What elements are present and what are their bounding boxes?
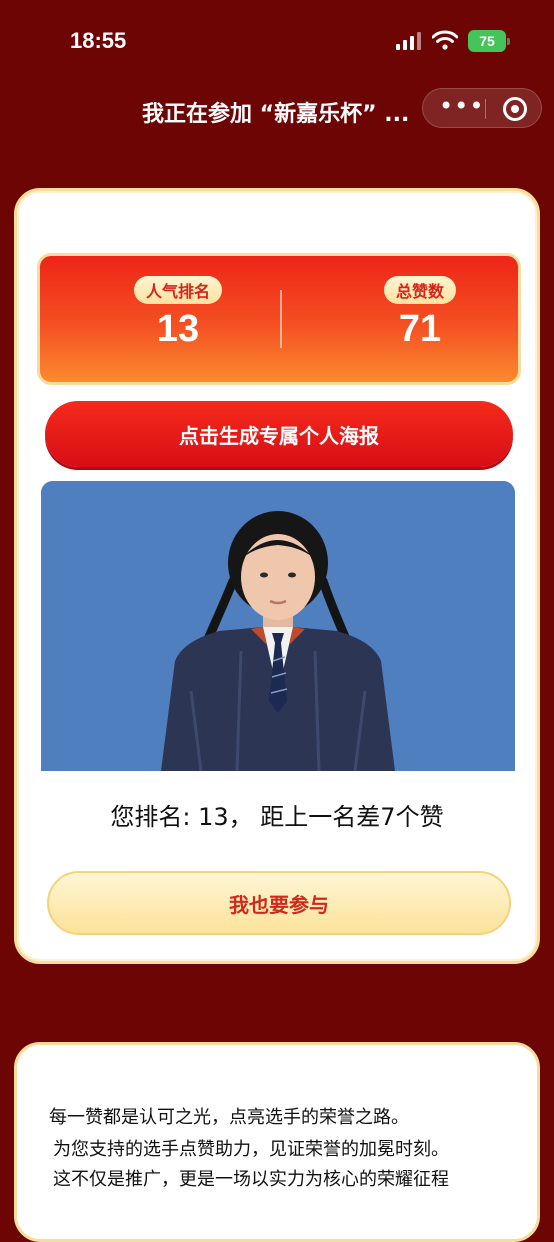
join-button[interactable]: 我也要参与 xyxy=(47,871,511,935)
popularity-rank-value: 13 xyxy=(156,308,200,350)
total-likes-value: 71 xyxy=(398,308,442,350)
popularity-rank-label: 人气排名 xyxy=(133,276,222,304)
popularity-rank: 人气排名 13 xyxy=(98,276,258,351)
more-options-icon[interactable]: ••• xyxy=(439,94,483,119)
description-card: 每一赞都是认可之光，点亮选手的荣誉之路。 为您支持的选手点赞助力，见证荣誉的加冕… xyxy=(14,1042,540,1242)
generate-poster-button[interactable]: 点击生成专属个人海报 xyxy=(45,401,513,467)
cellular-signal-icon xyxy=(396,32,422,50)
capsule-divider xyxy=(485,99,486,119)
total-likes: 总赞数 71 xyxy=(340,276,500,351)
main-card: 人气排名 13 总赞数 71 点击生成专属个人海报 您排名: 13， 距上一名差… xyxy=(14,188,540,964)
battery-icon: 75 xyxy=(468,30,510,52)
description-line-3: 这不仅是推广，更是一场以实力为核心的荣耀征程 xyxy=(53,1169,449,1190)
battery-level: 75 xyxy=(479,33,495,49)
description-line-2: 为您支持的选手点赞助力，见证荣誉的加冕时刻。 xyxy=(53,1139,449,1160)
stats-panel: 人气排名 13 总赞数 71 xyxy=(37,253,521,385)
contestant-portrait-image xyxy=(41,481,515,771)
mini-program-capsule: ••• xyxy=(422,88,542,128)
wifi-icon xyxy=(432,30,458,50)
contestant-photo xyxy=(41,481,515,771)
status-bar: 18:55 75 xyxy=(0,0,554,82)
page-title: 我正在参加 “新嘉乐杯” ... xyxy=(142,102,410,127)
total-likes-label: 总赞数 xyxy=(383,276,456,304)
description-line-1: 每一赞都是认可之光，点亮选手的荣誉之路。 xyxy=(49,1107,409,1128)
close-miniprogram-icon[interactable] xyxy=(503,97,527,121)
rank-gap-text: 您排名: 13， 距上一名差7个赞 xyxy=(110,803,444,831)
status-time: 18:55 xyxy=(70,28,127,53)
stats-divider xyxy=(280,290,282,348)
